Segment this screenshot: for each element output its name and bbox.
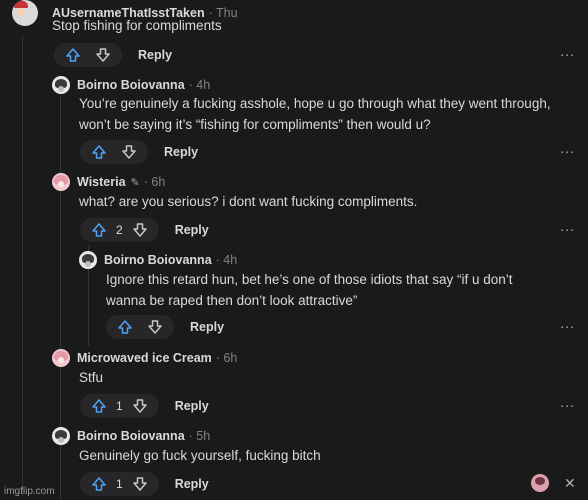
comment-time: · 4h	[215, 253, 238, 267]
downvote-icon[interactable]	[131, 397, 149, 415]
upvote-icon[interactable]	[90, 221, 108, 239]
comment-author[interactable]: Boirno Boiovanna	[104, 253, 212, 267]
vote-controls: 1	[80, 472, 159, 496]
comment-text: You’re genuinely a fucking asshole, hope…	[79, 96, 551, 132]
upvote-icon[interactable]	[90, 397, 108, 415]
downvote-icon[interactable]	[131, 221, 149, 239]
thread-line	[22, 36, 23, 496]
comment-text: Genuinely go fuck yourself, fucking bitc…	[79, 448, 321, 463]
reply-button[interactable]: Reply	[190, 320, 224, 334]
reply-button[interactable]: Reply	[175, 477, 209, 491]
user-avatar[interactable]	[52, 349, 70, 367]
comment-author[interactable]: Microwaved ice Cream	[77, 351, 212, 365]
user-avatar[interactable]	[12, 0, 38, 26]
upvote-icon[interactable]	[90, 143, 108, 161]
reply-button[interactable]: Reply	[164, 145, 198, 159]
upvote-icon[interactable]	[116, 318, 134, 336]
more-options-icon[interactable]: ∙∙∙	[560, 221, 575, 237]
vote-controls	[106, 315, 174, 339]
vote-controls: 2	[80, 218, 159, 242]
comment-time: · 6h	[215, 351, 238, 365]
vote-controls	[80, 140, 148, 164]
downvote-icon[interactable]	[146, 318, 164, 336]
user-avatar[interactable]	[52, 173, 70, 191]
reply-button[interactable]: Reply	[175, 223, 209, 237]
user-avatar[interactable]	[52, 76, 70, 94]
vote-count: 2	[116, 223, 123, 237]
current-user-avatar[interactable]	[531, 474, 549, 492]
pencil-icon: ✎	[130, 176, 140, 189]
downvote-icon[interactable]	[94, 46, 112, 64]
more-options-icon[interactable]: ∙∙∙	[560, 397, 575, 413]
more-options-icon[interactable]: ∙∙∙	[560, 318, 575, 334]
comment-author[interactable]: Wisteria	[77, 175, 126, 189]
upvote-icon[interactable]	[90, 475, 108, 493]
reply-button[interactable]: Reply	[175, 399, 209, 413]
comment-text: Stop fishing for compliments	[52, 18, 222, 33]
downvote-icon[interactable]	[120, 143, 138, 161]
vote-count: 1	[116, 399, 123, 413]
downvote-icon[interactable]	[131, 475, 149, 493]
more-options-icon[interactable]: ∙∙∙	[560, 143, 575, 159]
vote-controls: 1	[80, 394, 159, 418]
comment-time: · 6h	[143, 175, 166, 189]
comment-text: Ignore this retard hun, bet he’s one of …	[106, 272, 513, 308]
user-avatar[interactable]	[52, 427, 70, 445]
comment-time: · 4h	[188, 78, 211, 92]
close-icon[interactable]: ✕	[564, 475, 576, 492]
watermark: imgflip.com	[4, 486, 55, 497]
comment-time: · 5h	[188, 429, 211, 443]
comment-author[interactable]: Boirno Boiovanna	[77, 78, 185, 92]
vote-controls	[54, 43, 122, 67]
upvote-icon[interactable]	[64, 46, 82, 64]
comment-text: Stfu	[79, 370, 104, 385]
user-avatar[interactable]	[79, 251, 97, 269]
comment-author[interactable]: Boirno Boiovanna	[77, 429, 185, 443]
comment-text: what? are you serious? i dont want fucki…	[79, 194, 418, 209]
more-options-icon[interactable]: ∙∙∙	[560, 46, 575, 62]
vote-count: 1	[116, 477, 123, 491]
reply-button[interactable]: Reply	[138, 48, 172, 62]
